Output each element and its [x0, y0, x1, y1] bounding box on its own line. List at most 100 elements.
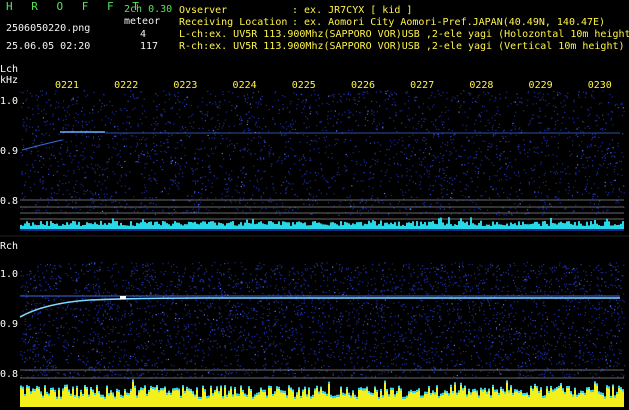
- rch-level-tip: [420, 395, 422, 398]
- rch-level-tip: [370, 392, 372, 395]
- rch-level-tip: [170, 392, 172, 395]
- rch-level-tip: [430, 392, 432, 395]
- rch-level-tip: [272, 393, 274, 396]
- rch-level-bar: [596, 385, 598, 407]
- rch-level-bar: [592, 391, 594, 407]
- lch-level-bar: [376, 225, 378, 229]
- rch-level-bar: [90, 388, 92, 407]
- rch-level-bar: [116, 390, 118, 407]
- rch-level-bar: [260, 389, 262, 407]
- rch-level-bar: [438, 397, 440, 407]
- rch-level-tip: [168, 390, 170, 393]
- rch-level-bar: [450, 386, 452, 407]
- rch-level-bar: [120, 396, 122, 407]
- lch-level-bar: [520, 225, 522, 229]
- rch-level-tip: [566, 385, 568, 388]
- rch-level-bar: [588, 388, 590, 407]
- rch-level-tip: [218, 391, 220, 394]
- rch-level-tip: [98, 391, 100, 394]
- rch-level-bar: [548, 392, 550, 407]
- rch-level-tip: [282, 390, 284, 393]
- rch-level-tip: [612, 384, 614, 387]
- rch-level-tip: [206, 396, 208, 399]
- lch-level-bar: [60, 225, 62, 229]
- lch-level-bar: [422, 224, 424, 229]
- lch-level-bar: [172, 223, 174, 229]
- rch-level-tip: [68, 389, 70, 392]
- lch-level-bar: [126, 225, 128, 229]
- rch-level-bar: [44, 387, 46, 407]
- lch-level-bar: [106, 224, 108, 229]
- rch-level-tip: [304, 386, 306, 389]
- lch-level-bar: [64, 225, 66, 229]
- lch-level-bar: [228, 222, 230, 229]
- lch-level-bar: [200, 222, 202, 229]
- rch-level-tip: [134, 385, 136, 388]
- lch-level-bar: [568, 221, 570, 229]
- rch-level-tip: [182, 385, 184, 388]
- rch-level-bar: [352, 392, 354, 407]
- rch-level-tip: [256, 392, 258, 395]
- rch-level-tip: [262, 389, 264, 392]
- rch-level-bar: [192, 393, 194, 407]
- rch-level-tip: [504, 391, 506, 394]
- rch-level-bar: [280, 392, 282, 407]
- rch-level-bar: [166, 394, 168, 407]
- rch-level-tip: [154, 387, 156, 390]
- rch-level-tip: [364, 388, 366, 391]
- rch-level-tip: [428, 386, 430, 389]
- rch-level-tip: [204, 389, 206, 392]
- rch-level-tip: [468, 388, 470, 391]
- rch-level-bar: [384, 382, 386, 407]
- rch-level-bar: [252, 398, 254, 407]
- lch-level-bar: [478, 222, 480, 229]
- rch-level-tip: [146, 393, 148, 396]
- rch-level-bar: [472, 391, 474, 407]
- rch-level-tip: [600, 392, 602, 395]
- rch-level-bar: [100, 396, 102, 407]
- rch-level-bar: [236, 395, 238, 407]
- rch-level-tip: [214, 389, 216, 392]
- rch-level-tip: [82, 393, 84, 396]
- rch-level-tip: [378, 396, 380, 399]
- lch-level-bar: [204, 221, 206, 229]
- rch-level-bar: [220, 387, 222, 407]
- rch-level-tip: [470, 392, 472, 395]
- rch-level-bar: [300, 397, 302, 407]
- lch-level-bar: [470, 217, 472, 229]
- rch-level-tip: [60, 396, 62, 399]
- lch-level-bar: [302, 223, 304, 229]
- rch-level-bar: [316, 387, 318, 407]
- rch-level-bar: [112, 394, 114, 407]
- rch-level-tip: [526, 392, 528, 395]
- rch-level-bar: [176, 389, 178, 407]
- lch-level-bar: [78, 221, 80, 229]
- rch-level-bar: [168, 392, 170, 407]
- lch-level-bar: [450, 224, 452, 229]
- rch-level-tip: [212, 393, 214, 396]
- rch-level-tip: [270, 386, 272, 389]
- rch-level-bar: [184, 392, 186, 407]
- rch-level-tip: [84, 385, 86, 388]
- rch-level-bar: [428, 388, 430, 407]
- lch-level-bar: [266, 224, 268, 229]
- rch-level-tip: [124, 388, 126, 391]
- lch-level-bar: [426, 225, 428, 229]
- rch-level-tip: [186, 386, 188, 389]
- rch-level-tip: [230, 386, 232, 389]
- rch-level-bar: [80, 391, 82, 407]
- rch-level-tip: [382, 395, 384, 398]
- rch-level-tip: [546, 386, 548, 389]
- rch-level-bar: [498, 394, 500, 407]
- rch-level-bar: [238, 395, 240, 407]
- rch-level-bar: [534, 385, 536, 407]
- rch-level-bar: [556, 388, 558, 407]
- rch-level-bar: [94, 394, 96, 407]
- lch-level-bar: [214, 222, 216, 229]
- rch-level-tip: [506, 380, 508, 383]
- rch-level-bar: [32, 390, 34, 407]
- lch-level-bar: [570, 223, 572, 229]
- lch-level-bar: [500, 224, 502, 229]
- rch-level-tip: [342, 392, 344, 395]
- rch-level-bar: [324, 393, 326, 407]
